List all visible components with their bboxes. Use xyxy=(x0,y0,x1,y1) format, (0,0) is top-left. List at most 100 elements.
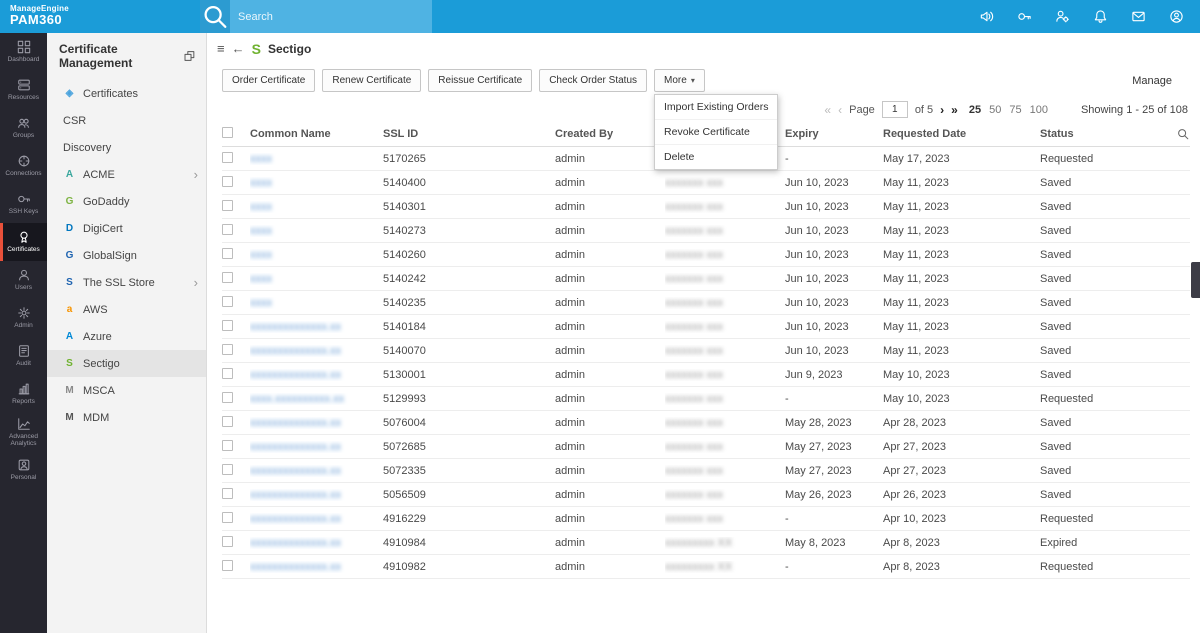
row-checkbox[interactable] xyxy=(222,392,233,403)
column-header-status[interactable]: Status xyxy=(1040,128,1167,140)
user-sessions-icon[interactable] xyxy=(1055,9,1070,24)
cert-nav-item-digicert[interactable]: DDigiCert xyxy=(47,215,206,242)
common-name-link[interactable]: xxxxxxxxxxxxxx.xx xyxy=(250,321,383,333)
cert-nav-item-sectigo[interactable]: SSectigo xyxy=(47,350,206,377)
common-name-link[interactable]: xxxxxxxxxxxxxx.xx xyxy=(250,513,383,525)
cert-nav-item-csr[interactable]: CSR xyxy=(47,107,206,134)
common-name-link[interactable]: xxxxxxxxxxxxxx.xx xyxy=(250,345,383,357)
common-name-link[interactable]: xxxxxxxxxxxxxx.xx xyxy=(250,489,383,501)
cert-nav-item-azure[interactable]: AAzure xyxy=(47,323,206,350)
column-header-common-name[interactable]: Common Name xyxy=(250,128,383,140)
prev-page-icon[interactable]: ‹ xyxy=(838,104,842,116)
rail-item-audit[interactable]: Audit xyxy=(0,337,47,375)
cert-nav-item-acme[interactable]: AACME› xyxy=(47,161,206,188)
cert-nav-item-certificates[interactable]: ◈Certificates xyxy=(47,80,206,107)
row-checkbox[interactable] xyxy=(222,560,233,571)
rail-item-reports[interactable]: Reports xyxy=(0,375,47,413)
row-checkbox[interactable] xyxy=(222,296,233,307)
menu-item-import-existing-orders[interactable]: Import Existing Orders xyxy=(655,95,777,119)
row-checkbox[interactable] xyxy=(222,512,233,523)
rail-item-advanced-analytics[interactable]: Advanced Analytics xyxy=(0,413,47,451)
column-header-expiry[interactable]: Expiry xyxy=(785,128,883,140)
bell-icon[interactable] xyxy=(1093,9,1108,24)
common-name-link[interactable]: xxxxxxxxxxxxxx.xx xyxy=(250,369,383,381)
table-search-icon[interactable] xyxy=(1176,127,1190,141)
cert-nav-item-aws[interactable]: aAWS xyxy=(47,296,206,323)
column-header-ssl-id[interactable]: SSL ID xyxy=(383,128,555,140)
more-button[interactable]: More▾ xyxy=(654,69,705,92)
check-order-status-button[interactable]: Check Order Status xyxy=(539,69,647,92)
rail-item-ssh-keys[interactable]: SSH Keys xyxy=(0,185,47,223)
cert-nav-item-msca[interactable]: MMSCA xyxy=(47,377,206,404)
row-checkbox[interactable] xyxy=(222,464,233,475)
row-checkbox[interactable] xyxy=(222,152,233,163)
common-name-link[interactable]: xxxx xyxy=(250,225,383,237)
row-checkbox[interactable] xyxy=(222,344,233,355)
order-certificate-button[interactable]: Order Certificate xyxy=(222,69,315,92)
cert-nav-item-mdm[interactable]: MMDM xyxy=(47,404,206,431)
rail-item-admin[interactable]: Admin xyxy=(0,299,47,337)
mail-icon[interactable] xyxy=(1131,9,1146,24)
common-name-link[interactable]: xxxxxxxxxxxxxx.xx xyxy=(250,441,383,453)
row-checkbox[interactable] xyxy=(222,200,233,211)
cert-nav-item-godaddy[interactable]: GGoDaddy xyxy=(47,188,206,215)
common-name-link[interactable]: xxxx xyxy=(250,249,383,261)
select-all-checkbox[interactable] xyxy=(222,127,233,138)
next-page-icon[interactable]: › xyxy=(940,104,944,116)
common-name-link[interactable]: xxxxxxxxxxxxxx.xx xyxy=(250,465,383,477)
rail-item-users[interactable]: Users xyxy=(0,261,47,299)
back-arrow-icon[interactable]: ← xyxy=(232,42,245,55)
rail-item-certificates[interactable]: Certificates xyxy=(0,223,47,261)
row-checkbox[interactable] xyxy=(222,536,233,547)
announcement-icon[interactable] xyxy=(979,9,994,24)
page-size-25[interactable]: 25 xyxy=(969,104,981,116)
common-name-link[interactable]: xxxxxxxxxxxxxx.xx xyxy=(250,561,383,573)
popout-icon[interactable] xyxy=(183,49,196,63)
renew-certificate-button[interactable]: Renew Certificate xyxy=(322,69,421,92)
row-checkbox[interactable] xyxy=(222,248,233,259)
first-page-icon[interactable]: « xyxy=(824,104,831,116)
menu-item-revoke-certificate[interactable]: Revoke Certificate xyxy=(655,119,777,144)
last-page-icon[interactable]: » xyxy=(951,104,958,116)
common-name-link[interactable]: xxxx xyxy=(250,201,383,213)
row-checkbox[interactable] xyxy=(222,272,233,283)
column-header-created-by[interactable]: Created By xyxy=(555,128,665,140)
column-header-requested-date[interactable]: Requested Date xyxy=(883,128,1040,140)
common-name-link[interactable]: xxxx xyxy=(250,153,383,165)
reissue-certificate-button[interactable]: Reissue Certificate xyxy=(428,69,532,92)
page-size-50[interactable]: 50 xyxy=(989,104,1001,116)
row-checkbox[interactable] xyxy=(222,488,233,499)
cert-nav-item-discovery[interactable]: Discovery xyxy=(47,134,206,161)
row-checkbox[interactable] xyxy=(222,416,233,427)
page-input[interactable] xyxy=(882,101,908,118)
rail-item-groups[interactable]: Groups xyxy=(0,109,47,147)
rail-item-connections[interactable]: Connections xyxy=(0,147,47,185)
search-icon[interactable] xyxy=(200,0,230,33)
rail-item-resources[interactable]: Resources xyxy=(0,71,47,109)
key-icon[interactable] xyxy=(1017,9,1032,24)
common-name-link[interactable]: xxxxxxxxxxxxxx.xx xyxy=(250,537,383,549)
cert-nav-item-the-ssl-store[interactable]: SThe SSL Store› xyxy=(47,269,206,296)
brand-logo[interactable]: ManageEngine PAM360 xyxy=(10,4,69,28)
row-checkbox[interactable] xyxy=(222,440,233,451)
aws-icon: a xyxy=(63,304,76,315)
common-name-link[interactable]: xxxx xyxy=(250,177,383,189)
page-size-75[interactable]: 75 xyxy=(1009,104,1021,116)
profile-icon[interactable] xyxy=(1169,9,1184,24)
page-size-100[interactable]: 100 xyxy=(1030,104,1048,116)
menu-collapse-icon[interactable]: ≡ xyxy=(217,42,225,55)
row-checkbox[interactable] xyxy=(222,320,233,331)
common-name-link[interactable]: xxxx.xxxxxxxxxx.xx xyxy=(250,393,383,405)
cert-nav-item-globalsign[interactable]: GGlobalSign xyxy=(47,242,206,269)
row-checkbox[interactable] xyxy=(222,368,233,379)
rail-item-dashboard[interactable]: Dashboard xyxy=(0,33,47,71)
common-name-link[interactable]: xxxxxxxxxxxxxx.xx xyxy=(250,417,383,429)
row-checkbox[interactable] xyxy=(222,176,233,187)
rail-item-personal[interactable]: Personal xyxy=(0,451,47,489)
row-checkbox[interactable] xyxy=(222,224,233,235)
search-input[interactable] xyxy=(230,11,432,23)
menu-item-delete[interactable]: Delete xyxy=(655,144,777,169)
common-name-link[interactable]: xxxx xyxy=(250,273,383,285)
right-edge-handle[interactable] xyxy=(1191,262,1200,298)
common-name-link[interactable]: xxxx xyxy=(250,297,383,309)
